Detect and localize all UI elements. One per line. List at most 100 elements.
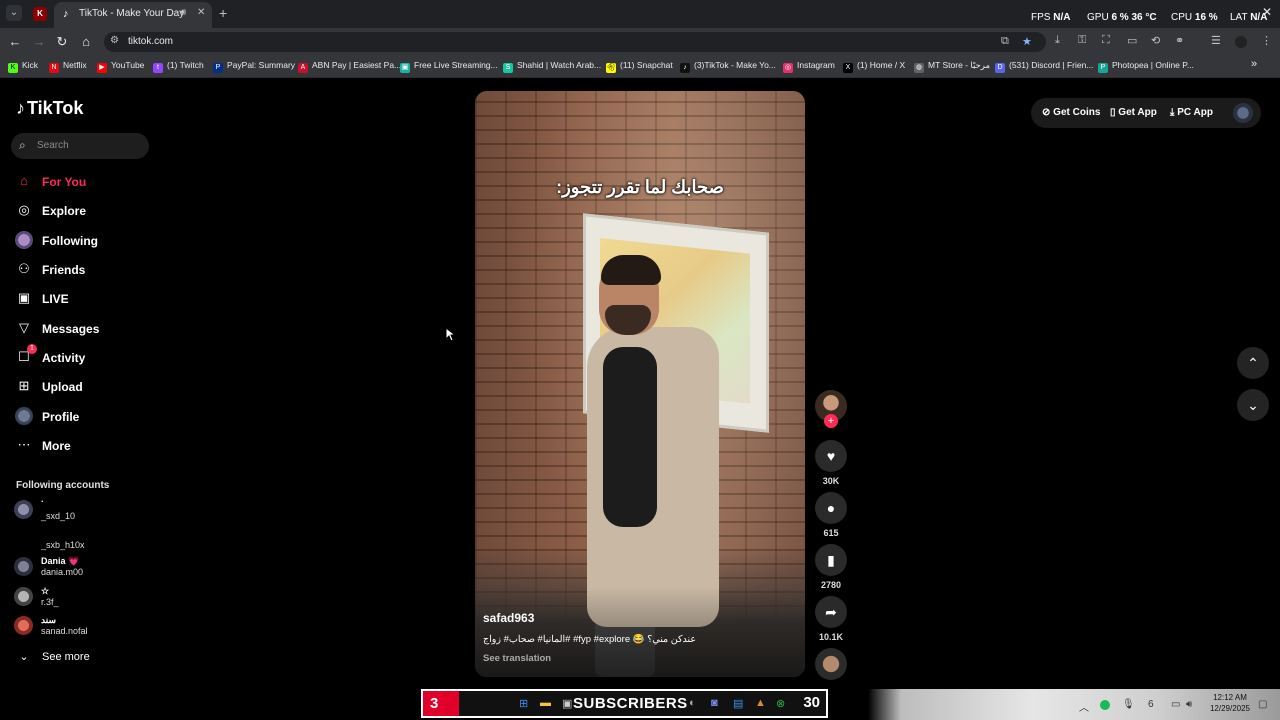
tab-audio-icon[interactable]: 🔊︎ — [180, 7, 186, 18]
nav-more[interactable]: ⋯ More — [16, 436, 146, 456]
bookmark-item[interactable]: A ABN Pay | Easiest Pa... — [298, 60, 401, 73]
microphone-icon[interactable]: 🎙︎ — [1122, 699, 1135, 710]
notifications-icon[interactable]: ▢ — [1258, 699, 1267, 710]
instagram-icon: ◎ — [783, 63, 793, 73]
spotify-icon[interactable] — [1100, 700, 1110, 710]
bookmark-item[interactable]: N Netflix — [49, 60, 87, 73]
pc-app-button[interactable]: ⤓ PC App — [1170, 107, 1213, 118]
volume-icon[interactable]: 🔊︎ — [1186, 699, 1192, 710]
xbox-icon[interactable]: ⊗ — [776, 697, 785, 710]
nav-live[interactable]: ▣ LIVE — [16, 289, 146, 309]
share-button[interactable]: ➦ — [815, 596, 847, 628]
app-icon[interactable]: ▣ — [562, 697, 572, 710]
save-button[interactable]: ▮ — [815, 544, 847, 576]
system-clock[interactable]: 12:12 AM 12/29/2025 — [1206, 692, 1254, 714]
window-close-icon[interactable]: ✕ — [1262, 5, 1272, 19]
get-app-button[interactable]: ▯ Get App — [1110, 107, 1157, 118]
chevron-down-icon: ⌄ — [19, 651, 29, 663]
music-disc-icon[interactable] — [815, 648, 847, 680]
tab-close-icon[interactable]: ✕ — [197, 7, 205, 18]
pinned-tab-kick-icon[interactable]: K — [33, 7, 47, 21]
comment-button[interactable]: ● — [815, 492, 847, 524]
nav-for-you[interactable]: ⌂ For You — [16, 172, 146, 192]
bookmark-item[interactable]: K Kick — [8, 60, 38, 73]
account-item[interactable]: Dania 💗 dania.m00 — [14, 554, 144, 580]
follow-plus-icon[interactable]: + — [824, 414, 838, 428]
password-key-icon[interactable]: ⚿ — [1078, 34, 1086, 47]
nav-upload[interactable]: ⊞ Upload — [16, 377, 146, 397]
discord-icon: D — [995, 63, 1005, 73]
bookmark-item[interactable]: P PayPal: Summary — [213, 60, 295, 73]
home-button-icon[interactable]: ⌂ — [78, 34, 94, 50]
like-button[interactable]: ♥ — [815, 440, 847, 472]
download-icon[interactable]: ⤓ — [1055, 34, 1060, 47]
nav-messages[interactable]: ▽ Messages — [16, 319, 146, 339]
more-icon: ⋯ — [17, 437, 31, 452]
x-icon: X — [843, 63, 853, 73]
tiktok-sidebar: ♪ TikTok ⌕ Search ⌂ For You ◎ Explore Fol… — [0, 79, 160, 689]
next-video-button[interactable]: ⌄ — [1237, 389, 1269, 421]
nav-activity[interactable]: ☐ 1 Activity — [16, 344, 146, 368]
vscode-icon[interactable]: ▤ — [733, 697, 743, 710]
bookmark-item[interactable]: D (531) Discord | Frien... — [995, 60, 1093, 73]
nav-explore[interactable]: ◎ Explore — [16, 201, 146, 221]
bookmark-item[interactable]: ♪ (3)TikTok - Make Yo... — [680, 60, 776, 73]
previous-video-button[interactable]: ⌃ — [1237, 347, 1269, 379]
tab-search-icon[interactable]: ⌄ — [6, 5, 22, 21]
history-icon[interactable]: ⟲ — [1151, 34, 1160, 47]
forward-icon[interactable]: → — [31, 34, 47, 50]
windows-start-icon[interactable]: ⊞ — [519, 697, 528, 710]
translate-icon[interactable]: ⛶ — [1102, 34, 1110, 47]
user-avatar[interactable] — [1233, 103, 1253, 123]
bookmarks-overflow-icon[interactable]: » — [1251, 58, 1257, 70]
new-tab-button[interactable]: + — [219, 5, 227, 21]
bookmark-item[interactable]: t (1) Twitch — [153, 60, 204, 73]
active-browser-tab[interactable]: ♪ TikTok - Make Your Day 🔊︎ ✕ — [54, 2, 212, 28]
account-item[interactable]: سند sanad.nofal — [14, 613, 144, 639]
abn-icon: A — [298, 63, 308, 73]
bookmark-item[interactable]: ▣ Free Live Streaming... — [400, 60, 498, 73]
bookmark-item[interactable]: ▶ YouTube — [97, 60, 144, 73]
account-item[interactable]: ☆ r.3f_ — [14, 584, 144, 610]
heart-icon: ♥ — [826, 448, 836, 464]
tiktok-logo[interactable]: ♪ TikTok — [16, 98, 83, 119]
url-text[interactable]: tiktok.com — [128, 36, 173, 47]
reload-icon[interactable]: ↻ — [54, 34, 70, 50]
video-author[interactable]: safad963 — [483, 611, 534, 625]
nav-profile[interactable]: Profile — [15, 407, 146, 427]
bookmark-item[interactable]: ◎ Instagram — [783, 60, 835, 73]
link-icon[interactable]: ⚭ — [1175, 34, 1184, 47]
bookmark-item[interactable]: X (1) Home / X — [843, 60, 905, 73]
network-icon[interactable]: ▭ — [1171, 699, 1180, 710]
browser-menu-icon[interactable]: ⋮ — [1261, 34, 1272, 47]
nav-following[interactable]: Following — [15, 231, 146, 251]
bookmark-item[interactable]: S Shahid | Watch Arab... — [503, 60, 601, 73]
avatar — [14, 557, 33, 576]
video-player[interactable]: صحابك لما تقرر تتجوز: safad963 المانيا# … — [475, 91, 805, 677]
game-icon[interactable]: ▲ — [755, 697, 766, 709]
account-item[interactable]: . _sxd_10 — [14, 494, 144, 523]
bookmark-item[interactable]: 👻︎ (11) Snapchat — [606, 60, 673, 73]
profile-avatar-icon[interactable] — [1235, 36, 1247, 48]
see-translation-link[interactable]: See translation — [483, 653, 551, 664]
bookmark-item[interactable]: ◍ MT Store - مرحبًا — [914, 60, 990, 73]
install-app-icon[interactable]: ⧉ — [1001, 35, 1009, 48]
reading-list-icon[interactable]: ☰ — [1211, 34, 1221, 47]
get-coins-button[interactable]: ⊘ Get Coins — [1042, 107, 1100, 118]
search-input[interactable]: ⌕ Search — [11, 133, 149, 159]
tray-overflow-icon[interactable]: ︿ — [1079, 699, 1089, 714]
nav-friends[interactable]: ⚇ Friends — [16, 260, 146, 280]
subscriber-left-number: 3 — [423, 691, 459, 716]
back-icon[interactable]: ← — [7, 34, 23, 50]
discord-taskbar-icon[interactable]: ◙ — [711, 697, 718, 709]
chrome-icon[interactable]: ◐ — [689, 697, 696, 709]
site-info-icon[interactable]: ⚙ — [110, 35, 119, 46]
chevron-down-icon: ⌄ — [1247, 397, 1259, 413]
file-explorer-icon[interactable]: ▬ — [540, 697, 551, 709]
address-bar[interactable]: ⚙ tiktok.com ⧉ ★ — [104, 32, 1046, 52]
bookmark-star-icon[interactable]: ★ — [1022, 35, 1032, 48]
account-item[interactable]: _sxb_h10x — [14, 530, 144, 556]
see-more-button[interactable]: ⌄ See more — [16, 650, 89, 663]
bookmark-item[interactable]: P Photopea | Online P... — [1098, 60, 1194, 73]
payment-card-icon[interactable]: ▭ — [1127, 34, 1137, 47]
